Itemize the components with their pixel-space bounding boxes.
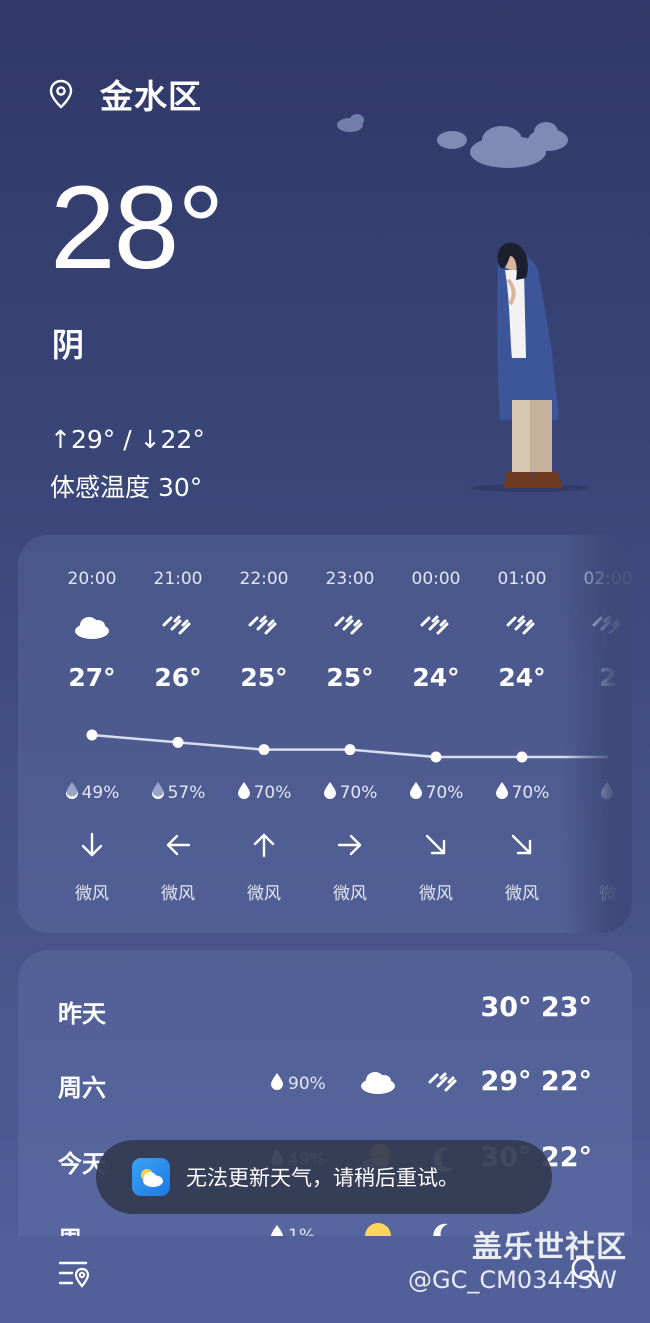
cloud-icon [358,1066,400,1100]
watermark-handle: @GC_CM0344SW [408,1266,617,1294]
hourly-time: 00:00 [411,569,461,589]
drop-icon [495,781,509,804]
location-header[interactable]: 金水区 [48,70,202,118]
rain-icon [502,611,542,641]
hourly-forecast-card[interactable]: 20:00 27° 49% 微风 21:00 26° 57% 微风 22:00 25° 70% 微风 2… [18,535,632,933]
update-failed-toast: 无法更新天气，请稍后重试。 [96,1140,552,1214]
city-list-icon[interactable] [58,1257,92,1291]
weather-app-icon [132,1158,170,1196]
rain-icon [158,611,198,641]
person-figure [470,242,590,492]
temperature-point [344,744,356,756]
watermark-title: 盖乐世社区 [472,1230,627,1265]
cloud-icon [437,122,568,168]
hourly-temperature-line [86,729,608,763]
cloud-icon [337,114,364,132]
current-condition: 阴 [52,326,85,364]
hourly-time: 20:00 [67,569,117,589]
high-low-temperature: ↑29° / ↓22° [50,425,205,454]
daily-row[interactable]: 昨天 30° 23° [18,982,632,1042]
drop-icon [323,781,337,804]
temperature-point [430,751,442,763]
down-right-arrow-icon [508,831,536,859]
hourly-humidity: 49% [52,781,132,804]
humidity-value: 49% [81,782,120,803]
hourly-wind-level: 微风 [505,884,539,904]
temperature-point [86,729,98,741]
daily-high-low: 29° 22° [480,1066,592,1097]
right-arrow-icon [336,831,364,859]
up-arrow-icon [250,831,278,859]
half-drop-icon [151,781,165,804]
half-drop-icon [65,781,79,804]
hourly-temperature: 24° [498,663,546,692]
hourly-time: 01:00 [497,569,547,589]
hourly-humidity: 57% [138,781,218,804]
daily-humidity: 90% [270,1072,326,1095]
rain-icon [330,611,370,641]
down-right-arrow-icon [422,831,450,859]
hourly-humidity: 70% [310,781,390,804]
hourly-wind-level: 微风 [161,884,195,904]
drop-icon [409,781,423,804]
scroll-fade [562,535,632,933]
rain-icon [244,611,284,641]
hourly-time: 21:00 [153,569,203,589]
daily-row[interactable]: 周六 90% 29° 22° [18,1056,632,1116]
hourly-temperature: 24° [412,663,460,692]
current-temperature: 28° [50,162,224,294]
hourly-temperature: 26° [154,663,202,692]
location-name: 金水区 [100,77,202,116]
humidity-value: 57% [167,782,206,803]
down-arrow-icon [78,831,106,859]
hourly-wind-level: 微风 [75,884,109,904]
feels-like-temperature: 体感温度 30° [50,473,203,502]
rain-icon [416,611,456,641]
toast-message: 无法更新天气，请稍后重试。 [186,1166,459,1190]
rain-icon [424,1068,464,1098]
hourly-time: 23:00 [325,569,375,589]
temperature-point [258,744,270,756]
drop-icon [237,781,251,804]
hourly-wind-level: 微风 [419,884,453,904]
hourly-temperature: 25° [240,663,288,692]
hourly-humidity: 70% [224,781,304,804]
day-name: 周六 [58,1074,106,1102]
hourly-temperature: 25° [326,663,374,692]
temperature-point [516,751,528,763]
hourly-time: 22:00 [239,569,289,589]
daily-high-low: 30° 23° [480,992,592,1023]
location-pin-icon [49,79,73,109]
humidity-value: 70% [425,782,464,803]
hourly-wind-level: 微风 [333,884,367,904]
hourly-humidity: 70% [482,781,562,804]
day-name: 昨天 [58,1000,106,1028]
humidity-value: 70% [511,782,550,803]
cloud-icon [72,611,112,641]
hourly-wind-level: 微风 [247,884,281,904]
hourly-humidity: 70% [396,781,476,804]
hourly-temperature: 27° [68,663,116,692]
temperature-point [172,736,184,748]
humidity-value: 70% [253,782,292,803]
humidity-value: 70% [339,782,378,803]
humidity-value: 90% [288,1073,326,1094]
drop-icon [270,1072,284,1095]
weather-illustration [337,114,590,492]
left-arrow-icon [164,831,192,859]
